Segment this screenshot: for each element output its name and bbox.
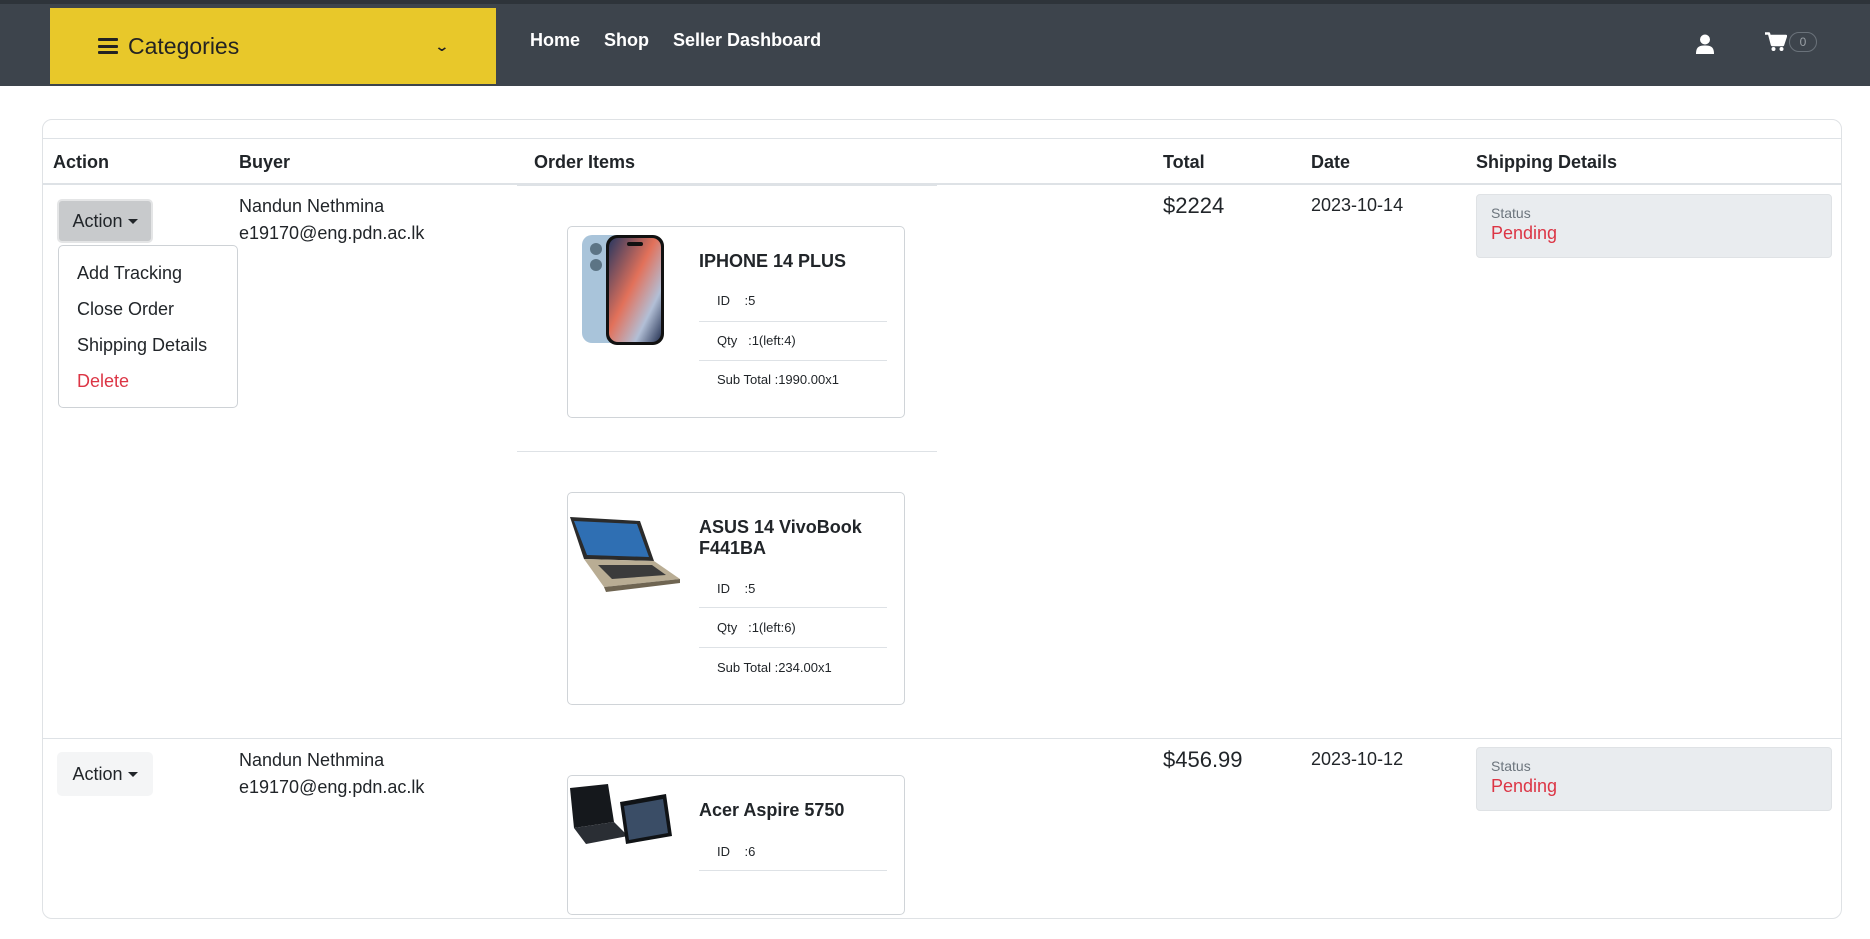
cart-button[interactable]: 0 [1765,32,1817,52]
product-id: ID :6 [699,844,887,859]
label: ID [717,844,730,859]
product-subtotal: Sub Total :234.00x1 [699,660,887,675]
value: :1(left:6) [748,620,796,635]
product-id: ID :5 [699,581,887,596]
product-id: ID :5 [699,293,887,308]
status-badge: Pending [1491,776,1558,796]
nav-seller-dashboard[interactable]: Seller Dashboard [673,30,821,51]
value: :1990.00x1 [774,372,839,387]
caret-down-icon [127,218,138,224]
shipping-status-box: Status Pending [1476,747,1832,811]
order-total: $456.99 [1163,747,1243,772]
col-buyer: Buyer [239,152,291,172]
col-shipping-details: Shipping Details [1476,152,1618,172]
divider [699,360,887,361]
orders-card: Action Buyer Order Items Total Date Ship… [42,119,1842,919]
buyer-info: Nandun Nethmina e19170@eng.pdn.ac.lk [239,193,424,247]
nav-shop[interactable]: Shop [604,30,649,51]
col-action: Action [53,152,109,172]
action-dropdown-menu: Add Tracking Close Order Shipping Detail… [58,245,238,408]
caret-down-icon [127,771,138,777]
buyer-name: Nandun Nethmina [239,196,385,216]
laptop-image [570,784,672,844]
value: :6 [744,844,756,859]
label: Qty [717,620,738,635]
product-name: Acer Aspire 5750 [699,800,845,820]
order-items-cell: IPHONE 14 PLUS ID :5 Qty :1(left:4) Sub … [517,185,945,738]
action-button-label: Action [72,210,123,231]
categories-label: Categories [128,32,240,59]
status-label: Status [1491,758,1531,774]
table-header: Action Buyer Order Items Total Date Ship… [43,138,1841,185]
divider [699,321,887,322]
divider [699,870,887,871]
buyer-email: e19170@eng.pdn.ac.lk [239,223,425,243]
cart-count-badge: 0 [1789,32,1817,52]
buyer-name: Nandun Nethmina [239,750,385,770]
user-icon[interactable] [1696,34,1714,54]
status-label: Status [1491,205,1531,221]
action-button-label: Action [72,763,123,784]
main-nav: Home Shop Seller Dashboard [530,30,821,51]
iphone-image [582,235,664,345]
product-subtotal: Sub Total :1990.00x1 [699,372,887,387]
order-items-cell: Acer Aspire 5750 ID :6 [525,739,945,939]
order-item-card: ASUS 14 VivoBook F441BA ID :5 Qty :1(lef… [567,492,905,705]
order-item-card: Acer Aspire 5750 ID :6 [567,775,905,915]
value: :1(left:4) [748,333,796,348]
label: ID [717,581,730,596]
menu-item-delete[interactable]: Delete [59,368,237,404]
nav-home[interactable]: Home [530,30,580,51]
table-row: Action Add Tracking Close Order Shipping… [43,185,1841,738]
categories-button[interactable]: Categories ⌄ [50,8,496,84]
product-name: IPHONE 14 PLUS [699,251,847,271]
divider [517,451,937,452]
divider [517,185,937,186]
divider [699,607,887,608]
col-total: Total [1163,152,1205,172]
product-qty: Qty :1(left:6) [699,620,887,635]
top-navbar: Categories ⌄ Home Shop Seller Dashboard … [0,0,1870,86]
divider [699,647,887,648]
order-item-card: IPHONE 14 PLUS ID :5 Qty :1(left:4) Sub … [567,226,905,418]
col-date: Date [1311,152,1351,172]
buyer-info: Nandun Nethmina e19170@eng.pdn.ac.lk [239,747,424,801]
action-button[interactable]: Action [57,752,153,796]
col-order-items: Order Items [534,152,636,172]
chevron-down-icon: ⌄ [434,38,450,54]
label: Qty [717,333,738,348]
status-badge: Pending [1491,223,1558,243]
value: :5 [744,581,756,596]
menu-item-shipping-details[interactable]: Shipping Details [59,332,237,368]
action-button[interactable]: Action [57,199,153,243]
product-name: ASUS 14 VivoBook F441BA [699,517,862,558]
buyer-email: e19170@eng.pdn.ac.lk [239,777,425,797]
label: Sub Total [717,372,771,387]
label: ID [717,293,730,308]
hamburger-icon [98,38,118,54]
menu-item-add-tracking[interactable]: Add Tracking [59,260,237,296]
value: :234.00x1 [774,660,832,675]
laptop-image [570,517,680,592]
shipping-status-box: Status Pending [1476,194,1832,258]
order-date: 2023-10-12 [1311,749,1404,769]
cart-icon [1765,32,1787,51]
value: :5 [744,293,756,308]
order-date: 2023-10-14 [1311,195,1404,215]
order-total: $2224 [1163,193,1225,218]
product-qty: Qty :1(left:4) [699,333,887,348]
label: Sub Total [717,660,771,675]
table-row: Action Nandun Nethmina e19170@eng.pdn.ac… [43,739,1841,939]
menu-item-close-order[interactable]: Close Order [59,296,237,332]
